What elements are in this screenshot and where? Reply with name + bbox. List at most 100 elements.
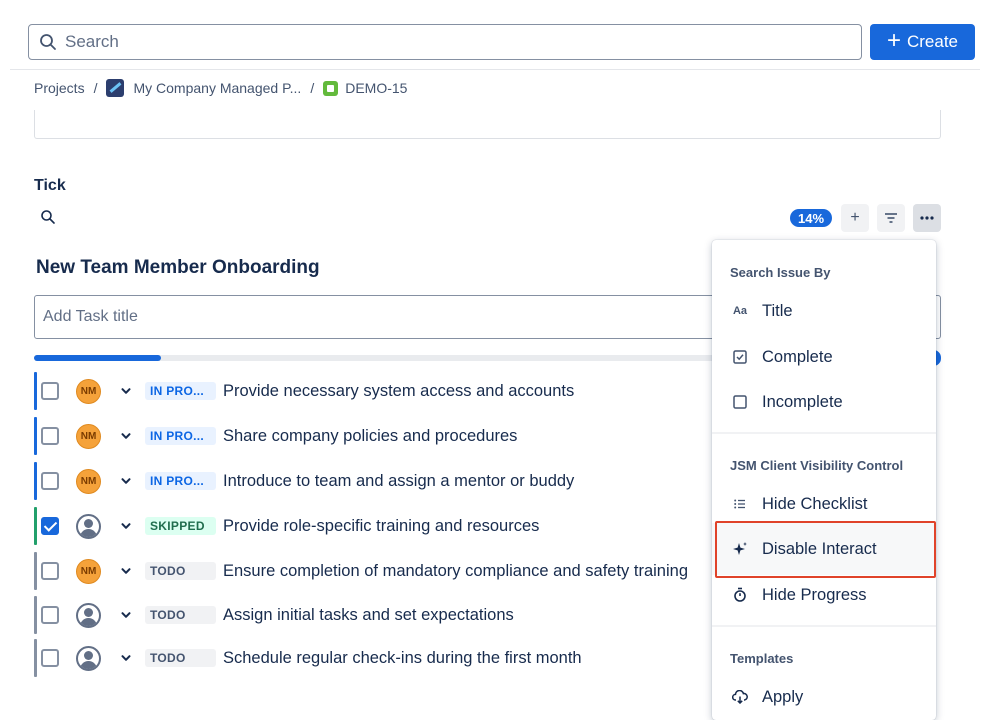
create-button[interactable]: + Create bbox=[870, 24, 975, 60]
chevron-down-icon[interactable] bbox=[120, 385, 132, 397]
add-button[interactable]: + bbox=[841, 204, 869, 232]
plus-icon: + bbox=[850, 209, 860, 226]
search-icon bbox=[40, 34, 56, 50]
breadcrumb-projects[interactable]: Projects bbox=[34, 80, 85, 96]
status-badge[interactable]: TODO bbox=[145, 562, 216, 580]
item-checkbox[interactable] bbox=[41, 606, 59, 624]
menu-item-label: Disable Interact bbox=[762, 539, 877, 558]
avatar-head bbox=[84, 518, 93, 528]
status-badge[interactable]: IN PRO... bbox=[145, 472, 216, 490]
status-badge[interactable]: SKIPPED bbox=[145, 517, 216, 535]
breadcrumb-project[interactable]: My Company Managed P... bbox=[133, 80, 301, 96]
filter-button[interactable] bbox=[877, 204, 905, 232]
avatar-head bbox=[84, 650, 93, 660]
checklist-title: New Team Member Onboarding bbox=[36, 257, 320, 278]
avatar-torso bbox=[80, 617, 97, 626]
breadcrumb-separator: / bbox=[310, 80, 315, 96]
chevron-down-icon[interactable] bbox=[120, 430, 132, 442]
item-text[interactable]: Provide role-specific training and resou… bbox=[223, 517, 539, 536]
menu-item-apply[interactable]: Apply bbox=[712, 677, 936, 717]
list-icon bbox=[732, 496, 748, 512]
search-icon[interactable] bbox=[40, 209, 56, 225]
status-stripe bbox=[34, 552, 37, 590]
status-stripe bbox=[34, 507, 37, 545]
menu-item-title[interactable]: Aa Title bbox=[712, 291, 936, 331]
more-menu: Search Issue By Aa Title Complete Incomp… bbox=[712, 240, 936, 720]
chevron-down-icon[interactable] bbox=[120, 565, 132, 577]
more-icon bbox=[920, 216, 934, 220]
menu-item-hide-progress[interactable]: Hide Progress bbox=[712, 575, 936, 615]
item-text[interactable]: Introduce to team and assign a mentor or… bbox=[223, 472, 574, 491]
menu-item-label: Complete bbox=[762, 347, 833, 366]
avatar[interactable]: NM bbox=[76, 378, 101, 404]
stopwatch-icon bbox=[732, 587, 748, 603]
chevron-down-icon[interactable] bbox=[120, 609, 132, 621]
menu-group-title: JSM Client Visibility Control bbox=[730, 458, 904, 473]
menu-divider bbox=[712, 625, 936, 627]
checklist-item: NM IN PRO... Share company policies and pr… bbox=[34, 417, 724, 455]
checklist-item: NM IN PRO... Provide necessary system acce… bbox=[34, 372, 724, 410]
chevron-down-icon[interactable] bbox=[120, 520, 132, 532]
menu-item-label: Incomplete bbox=[762, 392, 843, 411]
item-text[interactable]: Schedule regular check-ins during the fi… bbox=[223, 649, 582, 668]
status-badge[interactable]: TODO bbox=[145, 606, 216, 624]
progress-badge: 14% bbox=[790, 209, 832, 227]
chevron-down-icon[interactable] bbox=[120, 475, 132, 487]
item-checkbox[interactable] bbox=[41, 562, 59, 580]
search-input[interactable] bbox=[65, 32, 825, 52]
checklist-item: TODO Schedule regular check-ins during th… bbox=[34, 639, 724, 677]
status-stripe bbox=[34, 462, 37, 500]
menu-item-label: Hide Checklist bbox=[762, 494, 868, 513]
status-badge[interactable]: IN PRO... bbox=[145, 427, 216, 445]
menu-item-hide-checklist[interactable]: Hide Checklist bbox=[712, 484, 936, 524]
item-checkbox[interactable] bbox=[41, 517, 59, 535]
cloud-download-icon bbox=[732, 689, 748, 705]
checklist-item: NM TODO Ensure completion of mandatory com… bbox=[34, 552, 724, 590]
item-checkbox[interactable] bbox=[41, 427, 59, 445]
filter-icon bbox=[885, 213, 897, 223]
avatar-head bbox=[84, 607, 93, 617]
avatar[interactable] bbox=[76, 602, 101, 628]
checklist-item: TODO Assign initial tasks and set expecta… bbox=[34, 596, 724, 634]
menu-group-title: Templates bbox=[730, 651, 794, 666]
avatar-torso bbox=[80, 660, 97, 669]
item-checkbox[interactable] bbox=[41, 382, 59, 400]
menu-item-label: Hide Progress bbox=[762, 585, 867, 604]
breadcrumb-issue[interactable]: DEMO-15 bbox=[345, 80, 407, 96]
menu-item-incomplete[interactable]: Incomplete bbox=[712, 382, 936, 422]
item-text[interactable]: Assign initial tasks and set expectation… bbox=[223, 606, 514, 625]
status-badge[interactable]: TODO bbox=[145, 649, 216, 667]
search-box[interactable] bbox=[28, 24, 862, 60]
avatar[interactable]: NM bbox=[76, 423, 101, 449]
more-button[interactable] bbox=[913, 204, 941, 232]
avatar[interactable]: NM bbox=[76, 558, 101, 584]
item-text[interactable]: Ensure completion of mandatory complianc… bbox=[223, 562, 688, 581]
avatar[interactable]: NM bbox=[76, 468, 101, 494]
avatar[interactable] bbox=[76, 645, 101, 671]
menu-item-disable-interact[interactable]: Disable Interact bbox=[712, 529, 936, 569]
item-text[interactable]: Share company policies and procedures bbox=[223, 427, 517, 446]
header-divider bbox=[10, 69, 980, 70]
menu-divider bbox=[712, 432, 936, 434]
status-stripe bbox=[34, 417, 37, 455]
chevron-down-icon[interactable] bbox=[120, 652, 132, 664]
menu-item-complete[interactable]: Complete bbox=[712, 337, 936, 377]
status-badge[interactable]: IN PRO... bbox=[145, 382, 216, 400]
status-stripe bbox=[34, 372, 37, 410]
plus-icon: + bbox=[886, 27, 901, 54]
item-checkbox[interactable] bbox=[41, 649, 59, 667]
checklist-item: SKIPPED Provide role-specific training an… bbox=[34, 507, 724, 545]
avatar[interactable] bbox=[76, 513, 101, 539]
menu-item-label: Apply bbox=[762, 687, 804, 706]
item-checkbox[interactable] bbox=[41, 472, 59, 490]
status-stripe bbox=[34, 639, 37, 677]
story-icon bbox=[323, 80, 339, 96]
section-title: Tick bbox=[34, 177, 66, 194]
status-stripe bbox=[34, 596, 37, 634]
item-text[interactable]: Provide necessary system access and acco… bbox=[223, 382, 574, 401]
project-icon bbox=[106, 79, 125, 97]
checked-box-icon bbox=[732, 349, 748, 365]
progress-fill bbox=[34, 355, 161, 361]
menu-item-label: Title bbox=[762, 301, 793, 320]
sparkle-icon bbox=[732, 541, 748, 557]
